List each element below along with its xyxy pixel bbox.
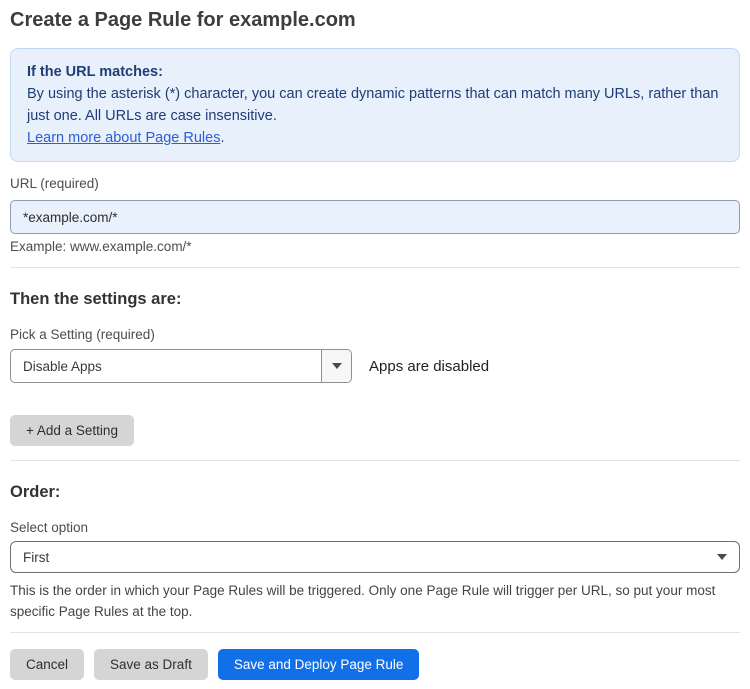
divider: [10, 632, 740, 633]
save-deploy-button[interactable]: Save and Deploy Page Rule: [217, 649, 420, 680]
footer-button-row: Cancel Save as Draft Save and Deploy Pag…: [10, 649, 740, 680]
divider: [10, 267, 740, 268]
setting-row: Disable Apps Apps are disabled: [10, 349, 740, 383]
setting-select[interactable]: Disable Apps: [10, 349, 352, 383]
url-match-info-box: If the URL matches: By using the asteris…: [10, 48, 740, 162]
order-select-value: First: [23, 549, 50, 565]
info-box-link-line: Learn more about Page Rules.: [27, 127, 723, 149]
learn-more-link[interactable]: Learn more about Page Rules: [27, 130, 220, 146]
page-title: Create a Page Rule for example.com: [10, 9, 356, 31]
info-box-heading: If the URL matches:: [27, 64, 163, 80]
url-field-label: URL (required): [10, 176, 99, 191]
setting-select-caret-button[interactable]: [321, 350, 351, 382]
save-draft-button[interactable]: Save as Draft: [94, 649, 208, 680]
add-setting-button[interactable]: + Add a Setting: [10, 415, 134, 446]
setting-select-value: Disable Apps: [23, 358, 102, 374]
divider: [10, 460, 740, 461]
pick-setting-label: Pick a Setting (required): [10, 327, 155, 342]
order-select-label: Select option: [10, 520, 89, 535]
url-input[interactable]: [10, 200, 740, 234]
order-select[interactable]: First: [10, 541, 740, 573]
settings-section-heading: Then the settings are:: [10, 290, 182, 308]
caret-down-icon: [331, 363, 342, 369]
order-description: This is the order in which your Page Rul…: [10, 583, 716, 619]
link-suffix: .: [220, 130, 225, 146]
url-example-hint: Example: www.example.com/*: [10, 239, 192, 254]
info-box-body: By using the asterisk (*) character, you…: [27, 86, 719, 124]
caret-down-icon: [717, 554, 727, 560]
cancel-button[interactable]: Cancel: [10, 649, 85, 680]
order-section-heading: Order:: [10, 483, 61, 501]
setting-status-text: Apps are disabled: [369, 357, 490, 375]
